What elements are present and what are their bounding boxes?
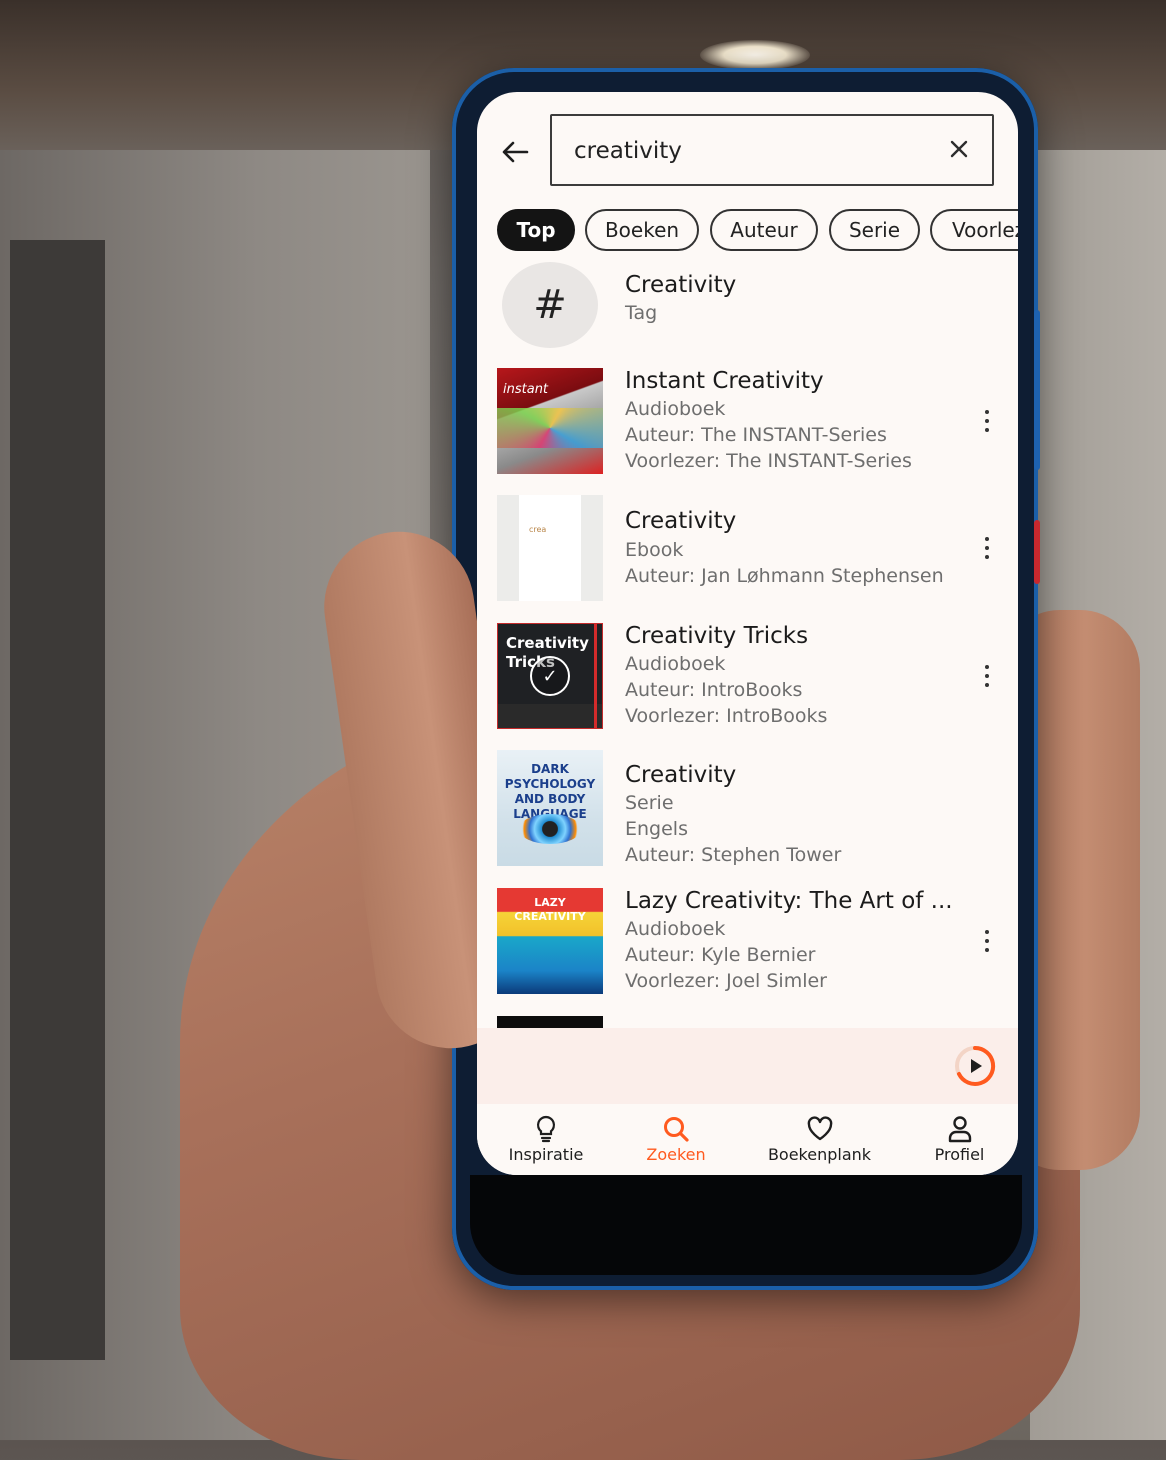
result-language: Engels bbox=[625, 818, 688, 840]
result-item[interactable]: crea Creativity Ebook Auteur: Jan Løhman… bbox=[477, 495, 1018, 605]
nav-inspiratie[interactable]: Inspiratie bbox=[497, 1114, 595, 1164]
more-options-icon[interactable] bbox=[977, 406, 997, 436]
nav-profiel[interactable]: Profiel bbox=[917, 1114, 1002, 1164]
result-series[interactable]: DARK PSYCHOLOGY AND BODY LANGUAGE Creati… bbox=[477, 750, 1018, 870]
filter-chip-top[interactable]: Top bbox=[497, 209, 575, 251]
filter-chip-voorlezer[interactable]: Voorlez bbox=[930, 209, 1018, 251]
result-narrator: Voorlezer: The INSTANT-Series bbox=[625, 450, 912, 472]
book-cover: LAZY CREATIVITY bbox=[497, 888, 603, 994]
result-author: Auteur: IntroBooks bbox=[625, 679, 803, 701]
cover-text: DARK PSYCHOLOGY AND BODY LANGUAGE bbox=[504, 762, 596, 821]
search-results-list: # Creativity Tag instant Instant Creativ… bbox=[477, 260, 1018, 1028]
checkmark-icon: ✓ bbox=[530, 656, 570, 696]
result-type: Audioboek bbox=[625, 918, 726, 940]
phone-volume-button bbox=[1034, 310, 1040, 470]
result-title: Lazy Creativity: The Art of ... bbox=[625, 888, 953, 914]
book-cover: Creativity Tricks ✓ bbox=[497, 623, 603, 729]
background-pillar bbox=[10, 240, 105, 1360]
result-item[interactable]: Creativity Tricks ✓ Creativity Tricks Au… bbox=[477, 623, 1018, 733]
result-item[interactable]: LAZY CREATIVITY Lazy Creativity: The Art… bbox=[477, 888, 1018, 998]
filter-chips: Top Boeken Auteur Serie Voorlez bbox=[497, 209, 1018, 253]
result-type: Tag bbox=[625, 302, 658, 324]
result-title: Creativity Tricks bbox=[625, 623, 809, 649]
search-header bbox=[477, 92, 1018, 202]
filter-chip-boeken[interactable]: Boeken bbox=[585, 209, 699, 251]
arrow-left-icon[interactable] bbox=[495, 132, 535, 172]
background-ceiling-light bbox=[700, 40, 810, 70]
result-title: Creativity bbox=[625, 508, 737, 534]
nav-boekenplank[interactable]: Boekenplank bbox=[762, 1114, 877, 1164]
phone-bottom-bezel bbox=[470, 1175, 1022, 1275]
result-type: Audioboek bbox=[625, 653, 726, 675]
book-cover: instant bbox=[497, 368, 603, 474]
book-cover: crea bbox=[497, 495, 603, 601]
cover-text: instant bbox=[503, 382, 549, 397]
lightbulb-icon bbox=[497, 1114, 595, 1144]
result-title: Creativity bbox=[625, 272, 737, 298]
book-cover bbox=[497, 1016, 603, 1028]
nav-label: Profiel bbox=[934, 1145, 985, 1164]
filter-chip-serie[interactable]: Serie bbox=[829, 209, 920, 251]
more-options-icon[interactable] bbox=[977, 661, 997, 691]
result-item-partial[interactable] bbox=[477, 1016, 1018, 1028]
hashtag-icon: # bbox=[502, 262, 598, 348]
more-options-icon[interactable] bbox=[977, 533, 997, 563]
search-icon bbox=[627, 1114, 725, 1144]
result-item[interactable]: instant Instant Creativity Audioboek Aut… bbox=[477, 368, 1018, 478]
person-icon bbox=[917, 1114, 1002, 1144]
close-icon[interactable] bbox=[944, 134, 974, 164]
result-author: Auteur: The INSTANT-Series bbox=[625, 424, 887, 446]
result-type: Audioboek bbox=[625, 398, 726, 420]
app-screen: Top Boeken Auteur Serie Voorlez # Creati… bbox=[477, 92, 1018, 1175]
phone-power-button bbox=[1034, 520, 1040, 584]
result-title: Instant Creativity bbox=[625, 368, 824, 394]
result-author: Auteur: Stephen Tower bbox=[625, 844, 842, 866]
result-narrator: Voorlezer: Joel Simler bbox=[625, 970, 827, 992]
bottom-navigation: Inspiratie Zoeken Boekenplank Profiel bbox=[477, 1104, 1018, 1175]
result-type: Serie bbox=[625, 792, 674, 814]
result-author: Auteur: Kyle Bernier bbox=[625, 944, 816, 966]
search-field[interactable] bbox=[550, 114, 994, 186]
nav-zoeken[interactable]: Zoeken bbox=[627, 1114, 725, 1164]
series-cover: DARK PSYCHOLOGY AND BODY LANGUAGE bbox=[497, 750, 603, 866]
search-input[interactable] bbox=[572, 132, 936, 170]
nav-label: Zoeken bbox=[646, 1145, 706, 1164]
more-options-icon[interactable] bbox=[977, 926, 997, 956]
play-icon[interactable] bbox=[953, 1044, 997, 1088]
result-type: Ebook bbox=[625, 539, 684, 561]
nav-label: Boekenplank bbox=[767, 1145, 872, 1164]
mini-player-bar[interactable] bbox=[477, 1028, 1018, 1104]
nav-label: Inspiratie bbox=[508, 1145, 584, 1164]
result-title: Creativity bbox=[625, 762, 737, 788]
heart-icon bbox=[762, 1114, 877, 1144]
cover-text: LAZY CREATIVITY bbox=[514, 896, 586, 923]
result-author: Auteur: Jan Løhmann Stephensen bbox=[625, 565, 944, 587]
result-tag[interactable]: # Creativity Tag bbox=[477, 260, 1018, 350]
filter-chip-auteur[interactable]: Auteur bbox=[710, 209, 818, 251]
cover-text: crea bbox=[529, 525, 547, 534]
eye-icon bbox=[519, 814, 581, 844]
result-narrator: Voorlezer: IntroBooks bbox=[625, 705, 828, 727]
